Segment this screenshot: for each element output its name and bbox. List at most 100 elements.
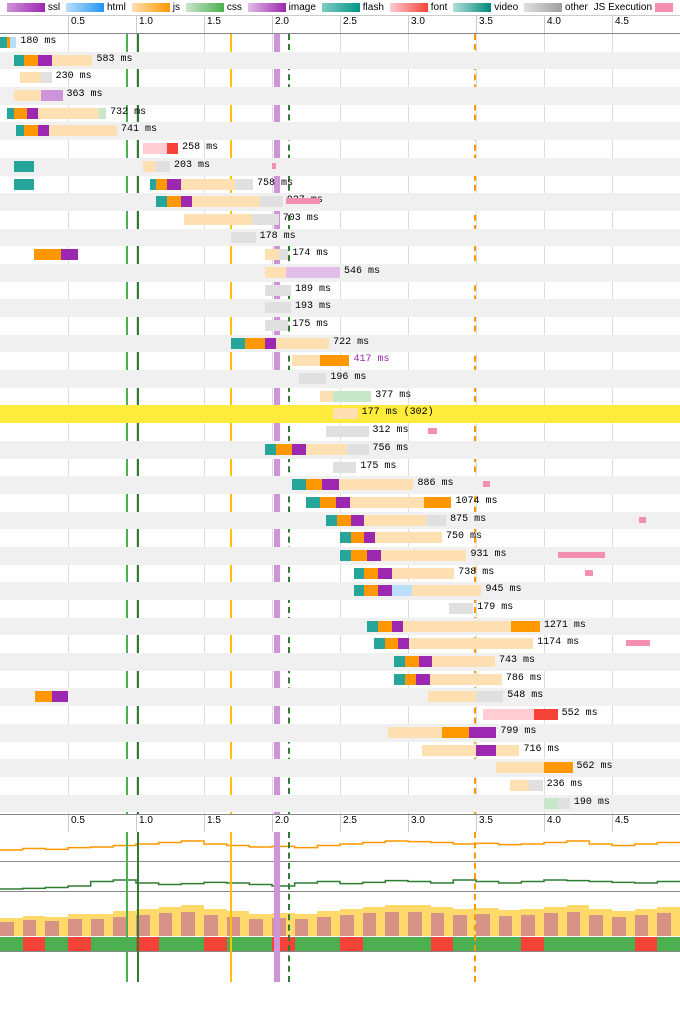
waterfall-row: 175 ms xyxy=(0,317,680,335)
axis-tick: 3.5 xyxy=(476,815,493,832)
waterfall-row: 546 ms xyxy=(0,264,680,282)
waterfall-row: 180 ms xyxy=(0,34,680,52)
duration-label: 738 ms xyxy=(458,567,494,578)
waterfall-row: 583 ms xyxy=(0,52,680,70)
waterfall-row: 927 ms xyxy=(0,193,680,211)
time-axis-top: 0.51.01.52.02.53.03.54.04.5 xyxy=(0,16,680,34)
waterfall-row: 363 ms xyxy=(0,87,680,105)
duration-label: 1074 ms xyxy=(456,496,498,507)
waterfall-row: 562 ms xyxy=(0,759,680,777)
waterfall-row: 738 ms xyxy=(0,565,680,583)
duration-label: 750 ms xyxy=(446,531,482,542)
duration-label: 377 ms xyxy=(375,390,411,401)
duration-label: 174 ms xyxy=(292,248,328,259)
axis-tick: 4.0 xyxy=(544,16,561,33)
waterfall-row: 1074 ms xyxy=(0,494,680,512)
duration-label: 258 ms xyxy=(182,142,218,153)
duration-label: 703 ms xyxy=(283,213,319,224)
duration-label: 562 ms xyxy=(577,761,613,772)
legend-other: other xyxy=(524,2,588,13)
waterfall-row: 236 ms xyxy=(0,777,680,795)
waterfall-row: 196 ms xyxy=(0,370,680,388)
waterfall-row: 179 ms xyxy=(0,600,680,618)
legend-image: image xyxy=(248,2,316,13)
duration-label: 552 ms xyxy=(562,708,598,719)
duration-label: 179 ms xyxy=(477,602,513,613)
duration-label: 741 ms xyxy=(121,124,157,135)
waterfall-row: 786 ms xyxy=(0,671,680,689)
waterfall-row: 1174 ms xyxy=(0,635,680,653)
waterfall-row: 189 ms xyxy=(0,282,680,300)
duration-label: 175 ms xyxy=(292,319,328,330)
waterfall-row: 931 ms xyxy=(0,547,680,565)
duration-label: 743 ms xyxy=(499,655,535,666)
duration-label: 175 ms xyxy=(360,461,396,472)
legend-jsex: JS Execution xyxy=(594,2,673,13)
axis-tick: 2.5 xyxy=(340,815,357,832)
waterfall-row: 799 ms xyxy=(0,724,680,742)
duration-label: 230 ms xyxy=(56,71,92,82)
waterfall-row: 716 ms xyxy=(0,742,680,760)
waterfall-row: 230 ms xyxy=(0,69,680,87)
waterfall-row: 743 ms xyxy=(0,653,680,671)
waterfall-row: 174 ms xyxy=(0,246,680,264)
duration-label: 732 ms xyxy=(110,107,146,118)
duration-label: 931 ms xyxy=(470,549,506,560)
duration-label: 417 ms xyxy=(354,354,390,365)
waterfall-row: 193 ms xyxy=(0,299,680,317)
duration-label: 786 ms xyxy=(506,673,542,684)
waterfall-row: 548 ms xyxy=(0,688,680,706)
axis-tick: 1.0 xyxy=(136,815,153,832)
legend-ssl: ssl xyxy=(7,2,60,13)
duration-label: 363 ms xyxy=(67,89,103,100)
legend-video: video xyxy=(453,2,518,13)
duration-label: 583 ms xyxy=(96,54,132,65)
waterfall-row: 722 ms xyxy=(0,335,680,353)
axis-tick: 2.5 xyxy=(340,16,357,33)
duration-label: 236 ms xyxy=(547,779,583,790)
waterfall-row: 258 ms xyxy=(0,140,680,158)
axis-tick: 3.5 xyxy=(476,16,493,33)
duration-label: 799 ms xyxy=(500,726,536,737)
duration-label: 722 ms xyxy=(333,337,369,348)
legend: sslhtmljscssimageflashfontvideootherJS E… xyxy=(0,0,680,16)
legend-font: font xyxy=(390,2,448,13)
waterfall-row: 732 ms xyxy=(0,105,680,123)
axis-tick: 4.5 xyxy=(612,16,629,33)
axis-tick: 0.5 xyxy=(68,815,85,832)
waterfall-row: 377 ms xyxy=(0,388,680,406)
duration-label: 548 ms xyxy=(507,690,543,701)
waterfall-row: 703 ms xyxy=(0,211,680,229)
waterfall-row: 552 ms xyxy=(0,706,680,724)
duration-label: 875 ms xyxy=(450,514,486,525)
waterfall-row: 178 ms xyxy=(0,229,680,247)
axis-tick: 2.0 xyxy=(272,815,289,832)
waterfall-row: 203 ms xyxy=(0,158,680,176)
axis-tick: 0.5 xyxy=(68,16,85,33)
legend-js: js xyxy=(132,2,180,13)
duration-label: 177 ms (302) xyxy=(362,407,434,418)
axis-tick: 4.0 xyxy=(544,815,561,832)
waterfall-row: 177 ms (302) xyxy=(0,405,680,423)
waterfall-row: 312 ms xyxy=(0,423,680,441)
duration-label: 756 ms xyxy=(373,443,409,454)
axis-tick: 2.0 xyxy=(272,16,289,33)
duration-label: 716 ms xyxy=(524,744,560,755)
utilization-panel xyxy=(0,832,680,982)
waterfall-row: 175 ms xyxy=(0,459,680,477)
time-axis-bottom: 0.51.01.52.02.53.03.54.04.5 xyxy=(0,814,680,832)
axis-tick: 3.0 xyxy=(408,815,425,832)
duration-label: 193 ms xyxy=(295,301,331,312)
duration-label: 1271 ms xyxy=(544,620,586,631)
waterfall-row: 945 ms xyxy=(0,582,680,600)
waterfall-row: 758 ms xyxy=(0,176,680,194)
waterfall-row: 190 ms xyxy=(0,795,680,813)
duration-label: 886 ms xyxy=(417,478,453,489)
duration-label: 758 ms xyxy=(257,178,293,189)
axis-tick: 3.0 xyxy=(408,16,425,33)
duration-label: 1174 ms xyxy=(537,637,579,648)
duration-label: 203 ms xyxy=(174,160,210,171)
waterfall-row: 750 ms xyxy=(0,529,680,547)
legend-html: html xyxy=(66,2,126,13)
waterfall-chart: 180 ms 583 ms 230 ms 363 ms 732 ms 741 ms 258 … xyxy=(0,34,680,814)
